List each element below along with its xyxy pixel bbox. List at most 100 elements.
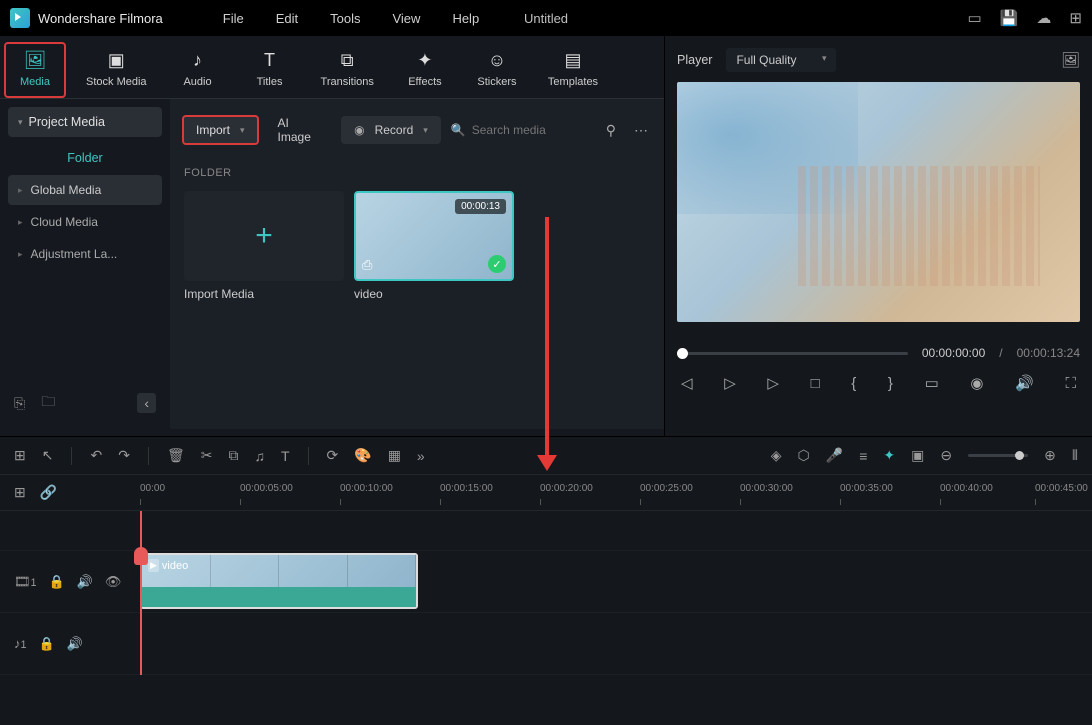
new-folder-icon[interactable]: ⎘ <box>14 395 25 412</box>
search-icon: 🔍 <box>451 123 466 137</box>
apps-icon[interactable]: ⊞ <box>1069 9 1082 27</box>
record-button[interactable]: Record <box>341 116 441 144</box>
tab-stickers[interactable]: ☺ Stickers <box>466 42 528 98</box>
monitor-icon[interactable]: ▭ <box>925 374 939 392</box>
menu-help[interactable]: Help <box>452 11 479 26</box>
tab-audio[interactable]: ♪ Audio <box>167 42 229 98</box>
tl-marker-icon[interactable]: ◈ <box>771 447 782 464</box>
tl-link-icon[interactable]: 🔗 <box>40 484 57 501</box>
tick: 00:00:20:00 <box>540 483 593 494</box>
tl-more-icon[interactable]: » <box>417 448 425 464</box>
more-icon[interactable]: ⋯ <box>630 118 652 143</box>
video-track[interactable]: video <box>140 551 1092 612</box>
sidebar-project-media[interactable]: Project Media <box>8 107 162 137</box>
import-button[interactable]: Import <box>182 115 259 145</box>
stickers-icon: ☺ <box>485 48 509 72</box>
sidebar-cloud-media[interactable]: Cloud Media <box>8 207 162 237</box>
tl-cursor-icon[interactable]: ↖ <box>42 447 54 464</box>
tl-zoom-slider[interactable] <box>968 454 1028 457</box>
clip-label: video <box>148 559 188 572</box>
add-icon: + <box>184 191 344 281</box>
filter-icon[interactable]: ⚲ <box>602 118 620 143</box>
tl-music-icon[interactable]: ♫ <box>254 448 265 464</box>
video-track-icon[interactable]: 🎞1 <box>14 574 37 590</box>
tl-color-icon[interactable]: 🎨 <box>354 447 371 464</box>
tl-autocut-icon[interactable]: ✦ <box>883 447 895 464</box>
menu-file[interactable]: File <box>223 11 244 26</box>
total-time: 00:00:13:24 <box>1017 346 1080 360</box>
tl-add-track-icon[interactable]: ⊞ <box>14 484 26 501</box>
quality-dropdown[interactable]: Full Quality <box>726 48 836 72</box>
tl-delete-icon[interactable]: 🗑 <box>167 447 185 464</box>
menu-view[interactable]: View <box>392 11 420 26</box>
tl-crop-icon[interactable]: ⧉ <box>228 447 238 464</box>
tl-cut-icon[interactable]: ✂ <box>201 447 213 464</box>
track-mute-icon[interactable]: 🔊 <box>77 574 93 590</box>
track-visible-icon[interactable]: 👁 <box>105 574 122 590</box>
tab-templates[interactable]: ▤ Templates <box>538 42 608 98</box>
tab-effects[interactable]: ✦ Effects <box>394 42 456 98</box>
tl-view-icon[interactable]: ⦀ <box>1072 447 1078 464</box>
volume-icon[interactable]: 🔊 <box>1015 374 1034 392</box>
tl-zoom-out-icon[interactable]: ⊖ <box>940 447 952 464</box>
tl-grid-icon[interactable]: ⊞ <box>14 447 26 464</box>
stop-icon[interactable]: □ <box>811 375 820 392</box>
app-name: Wondershare Filmora <box>38 11 163 26</box>
tick: 00:00:30:00 <box>740 483 793 494</box>
tl-mic-icon[interactable]: 🎤 <box>826 447 843 464</box>
titles-icon: T <box>258 48 282 72</box>
audio-lock-icon[interactable]: 🔒 <box>39 636 55 652</box>
ai-image-button[interactable]: AI Image <box>269 109 332 151</box>
mark-out-icon[interactable]: } <box>888 375 893 392</box>
tl-redo-icon[interactable]: ↷ <box>118 447 130 464</box>
tl-zoom-in-icon[interactable]: ⊕ <box>1044 447 1056 464</box>
audio-track[interactable] <box>140 613 1092 674</box>
player-label: Player <box>677 53 712 67</box>
play-overlay-icon: ⎙ <box>362 257 372 273</box>
fullscreen-icon[interactable]: ⛶ <box>1065 375 1076 392</box>
tl-text-icon[interactable]: T <box>281 448 290 464</box>
snapshot-icon[interactable]: 🖼 <box>1061 51 1080 69</box>
sidebar-adjustment-layer[interactable]: Adjustment La... <box>8 239 162 269</box>
tl-mixer-icon[interactable]: ≡ <box>859 448 867 464</box>
tl-speed-icon[interactable]: ⟳ <box>327 447 339 464</box>
save-icon[interactable]: 💾 <box>1000 9 1019 27</box>
media-icon: 🖼 <box>23 48 47 72</box>
tl-undo-icon[interactable]: ↶ <box>90 447 102 464</box>
menu-edit[interactable]: Edit <box>276 11 298 26</box>
menu-tools[interactable]: Tools <box>330 11 360 26</box>
timeline-ruler[interactable]: 00:00 00:00:05:00 00:00:10:00 00:00:15:0… <box>140 475 1092 510</box>
audio-icon: ♪ <box>186 48 210 72</box>
play-icon[interactable]: ▷ <box>724 374 736 392</box>
folder-icon[interactable]: 🗀 <box>41 391 55 415</box>
tick: 00:00:10:00 <box>340 483 393 494</box>
camera-icon[interactable]: ◉ <box>970 374 983 392</box>
tab-media[interactable]: 🖼 Media <box>4 42 66 98</box>
play-forward-icon[interactable]: ▷ <box>767 374 779 392</box>
audio-mute-icon[interactable]: 🔊 <box>67 636 83 652</box>
app-logo <box>10 8 30 28</box>
video-media-card[interactable]: 00:00:13 ⎙ ✓ video <box>354 191 514 301</box>
audio-track-icon[interactable]: ♪1 <box>14 636 27 651</box>
playhead[interactable] <box>140 511 142 675</box>
track-lock-icon[interactable]: 🔒 <box>49 574 65 590</box>
tab-transitions[interactable]: ⧉ Transitions <box>311 42 384 98</box>
mark-in-icon[interactable]: { <box>851 375 856 392</box>
preview-video[interactable] <box>677 82 1080 322</box>
collapse-sidebar-icon[interactable]: ‹ <box>137 393 156 413</box>
tl-adjust-icon[interactable]: ▦ <box>388 447 401 464</box>
tl-render-icon[interactable]: ▣ <box>911 447 924 464</box>
scrub-slider[interactable] <box>677 352 908 355</box>
import-media-card[interactable]: + Import Media <box>184 191 344 301</box>
tab-titles[interactable]: T Titles <box>239 42 301 98</box>
cloud-icon[interactable]: ☁ <box>1036 9 1051 27</box>
tab-stock-media[interactable]: ▣ Stock Media <box>76 42 157 98</box>
display-icon[interactable]: ▭ <box>968 9 982 27</box>
sidebar-folder-label[interactable]: Folder <box>8 143 162 173</box>
tick: 00:00:15:00 <box>440 483 493 494</box>
prev-frame-icon[interactable]: ◁ <box>681 374 693 392</box>
tl-shield-icon[interactable]: ⬡ <box>798 447 810 464</box>
search-input[interactable] <box>472 123 592 137</box>
sidebar-global-media[interactable]: Global Media <box>8 175 162 205</box>
video-clip[interactable]: video <box>140 553 418 609</box>
